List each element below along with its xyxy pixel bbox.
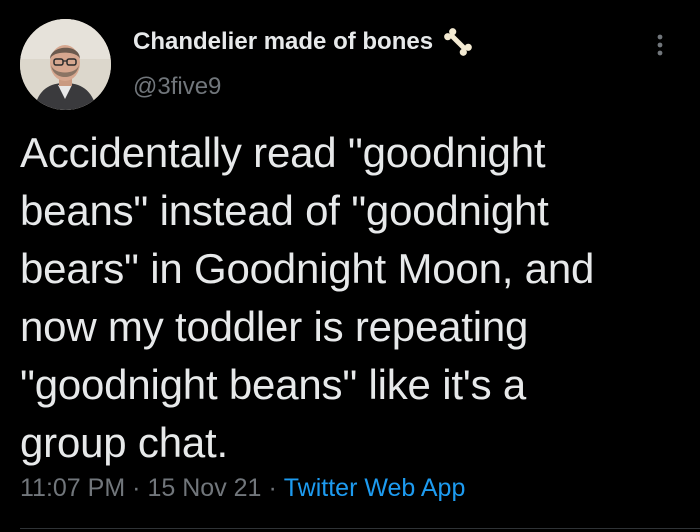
bone-icon xyxy=(441,25,475,59)
tweet-text: Accidentally read "goodnight beans" inst… xyxy=(20,129,595,466)
author-name-row: Chandelier made of bones xyxy=(133,27,475,57)
divider xyxy=(20,528,700,529)
author-display-name[interactable]: Chandelier made of bones xyxy=(133,28,433,56)
more-options-icon[interactable] xyxy=(648,30,672,60)
tweet-time[interactable]: 11:07 PM xyxy=(20,474,125,502)
avatar-photo-icon xyxy=(20,19,111,110)
tweet-metadata: 11:07 PM · 15 Nov 21 · Twitter Web App xyxy=(20,474,465,503)
tweet-date[interactable]: 15 Nov 21 xyxy=(147,474,261,502)
tweet-card: Chandelier made of bones @3five9 Acciden… xyxy=(0,0,700,532)
author-handle[interactable]: @3five9 xyxy=(133,73,221,101)
author-avatar[interactable] xyxy=(20,19,111,110)
meta-separator: · xyxy=(132,474,141,502)
tweet-source-link[interactable]: Twitter Web App xyxy=(284,474,466,502)
meta-separator: · xyxy=(268,474,277,502)
